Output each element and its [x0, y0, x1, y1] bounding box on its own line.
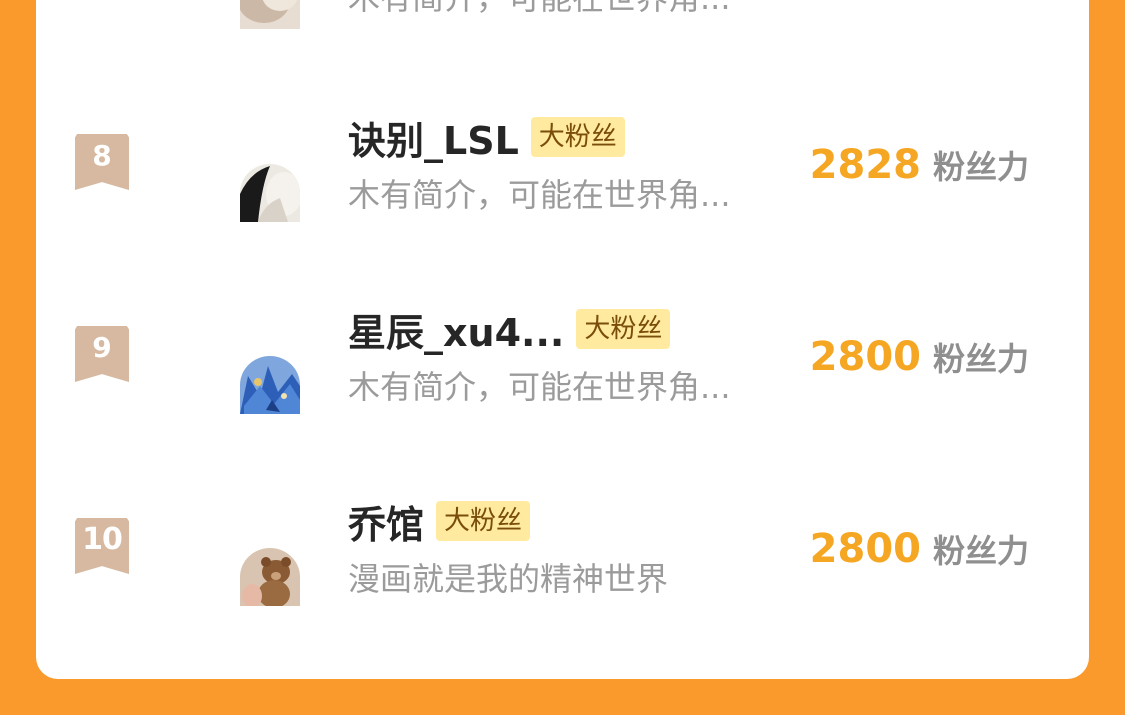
- fan-power-unit: 粉丝力: [932, 340, 1029, 378]
- ranking-row[interactable]: 8 诀别_LSL 大粉丝 木有简介，可能在世界角... 2828 粉丝力: [36, 94, 1089, 224]
- fan-power: 2800 粉丝力: [810, 526, 1029, 572]
- user-name[interactable]: 乔馆: [348, 494, 424, 549]
- user-intro: 木有简介，可能在世界角...: [348, 0, 731, 19]
- fan-power-value: 2828: [809, 142, 921, 188]
- ranking-row[interactable]: 9 星辰_xu4... 大粉丝 木有简介，可能在世界角... 2800 粉丝力: [36, 286, 1089, 416]
- ranking-row[interactable]: 10 乔馆 大粉丝 漫画就是我的精神世界 2800 粉丝力: [36, 478, 1089, 608]
- fan-power: 2828 粉丝力: [810, 142, 1029, 188]
- fan-level-badge: 大粉丝: [530, 117, 625, 157]
- avatar[interactable]: [240, 356, 300, 414]
- fan-power: 2800 粉丝力: [810, 334, 1029, 380]
- ranking-row-partial[interactable]: 木有简介，可能在世界角...: [36, 0, 1089, 71]
- user-intro: 木有简介，可能在世界角...: [348, 368, 731, 406]
- rank-badge: 8: [75, 134, 129, 190]
- avatar[interactable]: [240, 0, 300, 29]
- fan-power-value: 2800: [809, 334, 921, 380]
- rank-badge: 10: [75, 518, 129, 574]
- user-name[interactable]: 星辰_xu4...: [348, 302, 564, 357]
- fan-power-value: 2800: [809, 526, 921, 572]
- ranking-card: 木有简介，可能在世界角... 8 诀别_LSL 大粉丝 木有简介，可能在世界角.…: [36, 0, 1089, 679]
- user-intro: 木有简介，可能在世界角...: [348, 176, 731, 214]
- rank-badge: 9: [75, 326, 129, 382]
- fan-level-badge: 大粉丝: [436, 501, 531, 541]
- user-name[interactable]: 诀别_LSL: [348, 110, 519, 165]
- avatar[interactable]: [240, 164, 300, 222]
- user-intro: 漫画就是我的精神世界: [348, 560, 669, 598]
- avatar[interactable]: [240, 548, 300, 606]
- fan-power-unit: 粉丝力: [932, 532, 1029, 570]
- fan-level-badge: 大粉丝: [576, 309, 671, 349]
- fan-power-unit: 粉丝力: [932, 148, 1029, 186]
